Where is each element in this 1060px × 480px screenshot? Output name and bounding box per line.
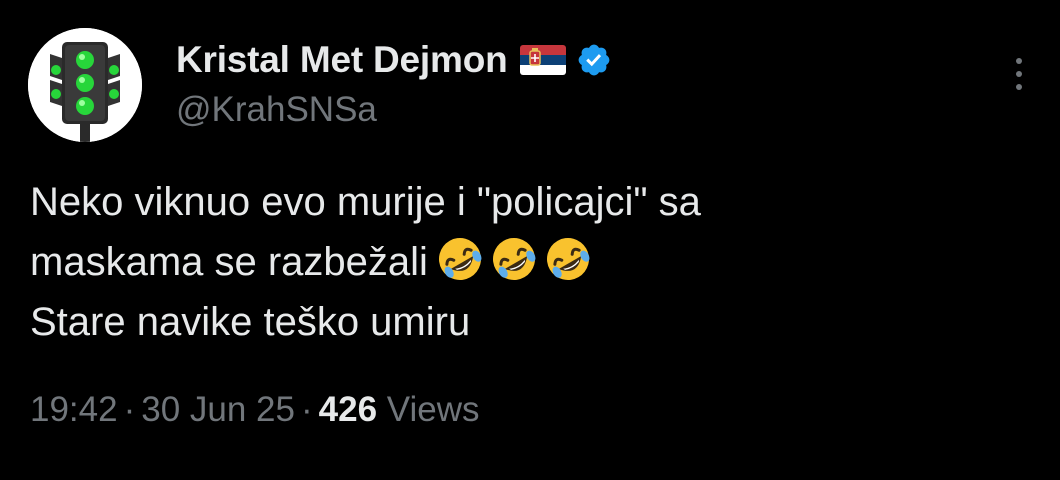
rolling-on-floor-laughing-icon <box>490 235 538 283</box>
display-name[interactable]: Kristal Met Dejmon <box>176 39 508 81</box>
meta-separator: · <box>123 390 136 429</box>
views-label: Views <box>386 390 480 429</box>
tweet-text-line-2: maskama se razbežali <box>30 232 1030 292</box>
tweet-text-line-2-text: maskama se razbežali <box>30 240 428 284</box>
serbia-flag-icon <box>519 45 566 75</box>
meta-separator: · <box>301 390 313 429</box>
rolling-on-floor-laughing-icon <box>544 235 592 283</box>
avatar[interactable] <box>28 28 142 142</box>
tweet-card: Kristal Met Dejmon @KrahSNSa Neko viknuo… <box>0 0 1060 480</box>
rolling-on-floor-laughing-icon <box>436 235 484 283</box>
user-handle[interactable]: @KrahSNSa <box>176 90 612 130</box>
tweet-date[interactable]: 30 Jun 25 <box>141 390 295 429</box>
verified-badge-icon[interactable] <box>576 42 612 78</box>
views-count[interactable]: 426 <box>319 390 377 429</box>
tweet-time[interactable]: 19:42 <box>30 390 118 429</box>
tweet-text-line-3: Stare navike teško umiru <box>30 300 471 344</box>
tweet-header: Kristal Met Dejmon @KrahSNSa <box>176 38 612 130</box>
traffic-light-icon <box>28 28 142 142</box>
more-options-icon[interactable] <box>1012 56 1026 92</box>
name-row: Kristal Met Dejmon <box>176 38 612 82</box>
tweet-text: Neko viknuo evo murije i "policajci" sa … <box>30 172 1030 352</box>
tweet-text-line-1: Neko viknuo evo murije i "policajci" sa <box>30 180 701 224</box>
tweet-metadata: 19:42 · 30 Jun 25 · 426 Views <box>30 390 480 430</box>
